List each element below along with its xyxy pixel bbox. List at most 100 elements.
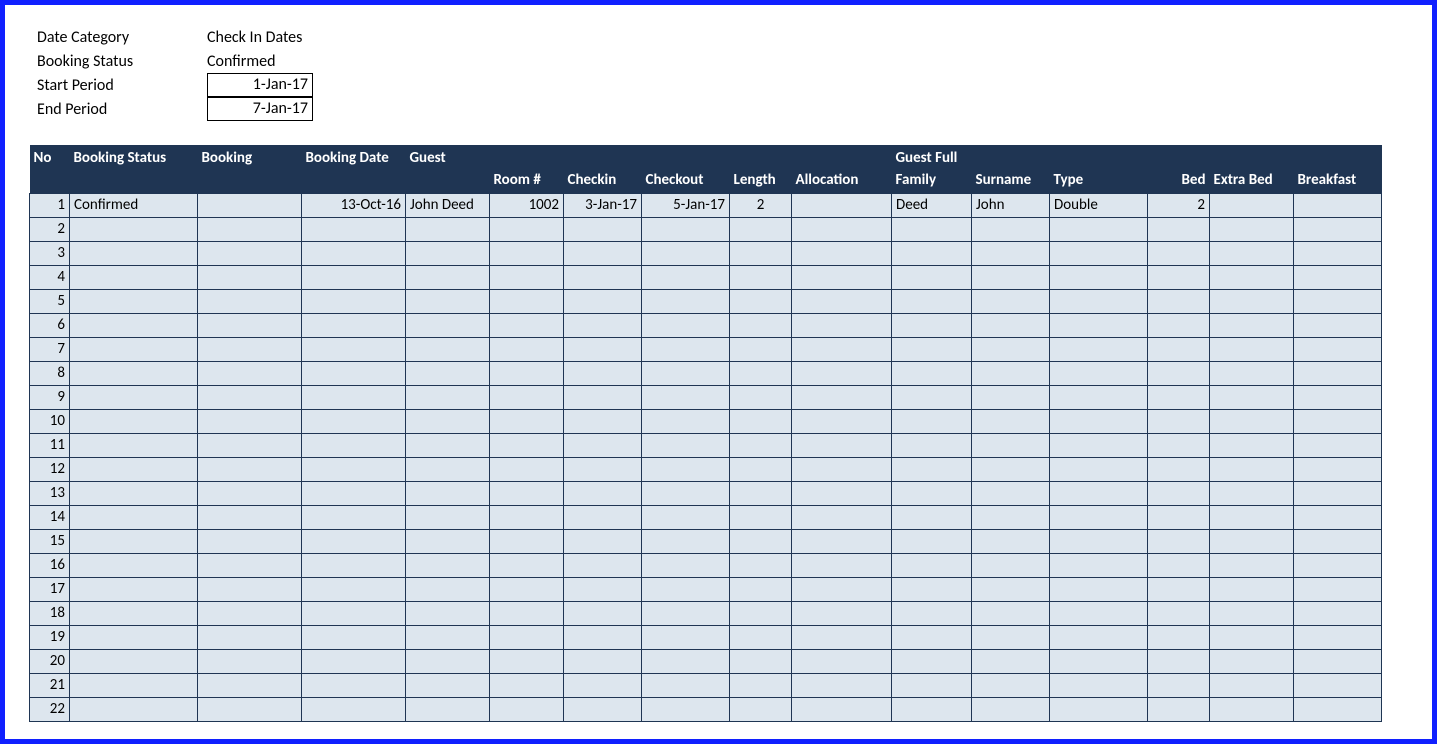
cell-length[interactable] [730, 289, 792, 313]
cell-breakfast[interactable] [1294, 529, 1382, 553]
cell-booking_date[interactable] [302, 265, 406, 289]
cell-surname[interactable] [972, 313, 1050, 337]
cell-status[interactable] [70, 577, 198, 601]
cell-checkout[interactable] [642, 481, 730, 505]
cell-surname[interactable] [972, 385, 1050, 409]
cell-bed[interactable] [1148, 265, 1210, 289]
cell-type[interactable] [1050, 385, 1148, 409]
cell-room[interactable] [490, 577, 564, 601]
cell-length[interactable] [730, 529, 792, 553]
cell-checkin[interactable] [564, 625, 642, 649]
cell-surname[interactable] [972, 337, 1050, 361]
cell-no[interactable]: 5 [30, 289, 70, 313]
cell-checkout[interactable] [642, 505, 730, 529]
cell-breakfast[interactable] [1294, 625, 1382, 649]
cell-surname[interactable] [972, 265, 1050, 289]
cell-guest[interactable] [406, 553, 490, 577]
cell-no[interactable]: 10 [30, 409, 70, 433]
cell-checkout[interactable] [642, 577, 730, 601]
cell-status[interactable]: Confirmed [70, 193, 198, 217]
cell-no[interactable]: 16 [30, 553, 70, 577]
cell-booking[interactable] [198, 649, 302, 673]
cell-bed[interactable] [1148, 649, 1210, 673]
cell-no[interactable]: 15 [30, 529, 70, 553]
cell-bed[interactable] [1148, 625, 1210, 649]
cell-no[interactable]: 7 [30, 337, 70, 361]
cell-guest[interactable] [406, 289, 490, 313]
cell-no[interactable]: 11 [30, 433, 70, 457]
cell-length[interactable] [730, 625, 792, 649]
cell-status[interactable] [70, 361, 198, 385]
cell-breakfast[interactable] [1294, 649, 1382, 673]
cell-extra_bed[interactable] [1210, 433, 1294, 457]
cell-guest[interactable] [406, 697, 490, 721]
cell-guest[interactable] [406, 409, 490, 433]
cell-status[interactable] [70, 385, 198, 409]
cell-surname[interactable] [972, 241, 1050, 265]
cell-family[interactable] [892, 505, 972, 529]
cell-room[interactable] [490, 697, 564, 721]
cell-type[interactable] [1050, 505, 1148, 529]
cell-type[interactable] [1050, 673, 1148, 697]
cell-status[interactable] [70, 217, 198, 241]
cell-surname[interactable] [972, 217, 1050, 241]
cell-booking_date[interactable] [302, 697, 406, 721]
cell-no[interactable]: 9 [30, 385, 70, 409]
cell-surname[interactable] [972, 481, 1050, 505]
cell-family[interactable] [892, 265, 972, 289]
cell-bed[interactable] [1148, 385, 1210, 409]
cell-type[interactable] [1050, 265, 1148, 289]
cell-breakfast[interactable] [1294, 337, 1382, 361]
cell-family[interactable] [892, 313, 972, 337]
cell-checkout[interactable] [642, 625, 730, 649]
cell-booking_date[interactable] [302, 529, 406, 553]
cell-length[interactable] [730, 217, 792, 241]
cell-guest[interactable] [406, 481, 490, 505]
cell-checkin[interactable] [564, 337, 642, 361]
cell-surname[interactable]: John [972, 193, 1050, 217]
cell-booking[interactable] [198, 505, 302, 529]
cell-type[interactable] [1050, 289, 1148, 313]
cell-status[interactable] [70, 625, 198, 649]
cell-bed[interactable] [1148, 457, 1210, 481]
cell-room[interactable] [490, 361, 564, 385]
cell-family[interactable] [892, 385, 972, 409]
cell-checkout[interactable] [642, 649, 730, 673]
cell-booking_date[interactable] [302, 313, 406, 337]
cell-checkin[interactable] [564, 289, 642, 313]
cell-status[interactable] [70, 481, 198, 505]
cell-allocation[interactable] [792, 289, 892, 313]
cell-bed[interactable] [1148, 217, 1210, 241]
cell-breakfast[interactable] [1294, 265, 1382, 289]
cell-checkin[interactable] [564, 433, 642, 457]
cell-booking[interactable] [198, 217, 302, 241]
cell-checkin[interactable] [564, 673, 642, 697]
cell-type[interactable] [1050, 649, 1148, 673]
cell-booking[interactable] [198, 529, 302, 553]
cell-guest[interactable] [406, 217, 490, 241]
cell-room[interactable] [490, 313, 564, 337]
cell-checkout[interactable] [642, 385, 730, 409]
cell-checkout[interactable] [642, 409, 730, 433]
cell-booking_date[interactable] [302, 481, 406, 505]
cell-bed[interactable] [1148, 505, 1210, 529]
cell-allocation[interactable] [792, 409, 892, 433]
cell-checkin[interactable] [564, 361, 642, 385]
cell-allocation[interactable] [792, 649, 892, 673]
cell-booking_date[interactable] [302, 385, 406, 409]
cell-no[interactable]: 13 [30, 481, 70, 505]
cell-breakfast[interactable] [1294, 289, 1382, 313]
cell-status[interactable] [70, 409, 198, 433]
cell-guest[interactable] [406, 505, 490, 529]
cell-type[interactable] [1050, 241, 1148, 265]
cell-family[interactable]: Deed [892, 193, 972, 217]
cell-guest[interactable] [406, 601, 490, 625]
cell-status[interactable] [70, 673, 198, 697]
cell-extra_bed[interactable] [1210, 361, 1294, 385]
cell-surname[interactable] [972, 673, 1050, 697]
cell-checkout[interactable] [642, 553, 730, 577]
cell-family[interactable] [892, 241, 972, 265]
cell-booking[interactable] [198, 601, 302, 625]
cell-booking[interactable] [198, 289, 302, 313]
cell-breakfast[interactable] [1294, 409, 1382, 433]
